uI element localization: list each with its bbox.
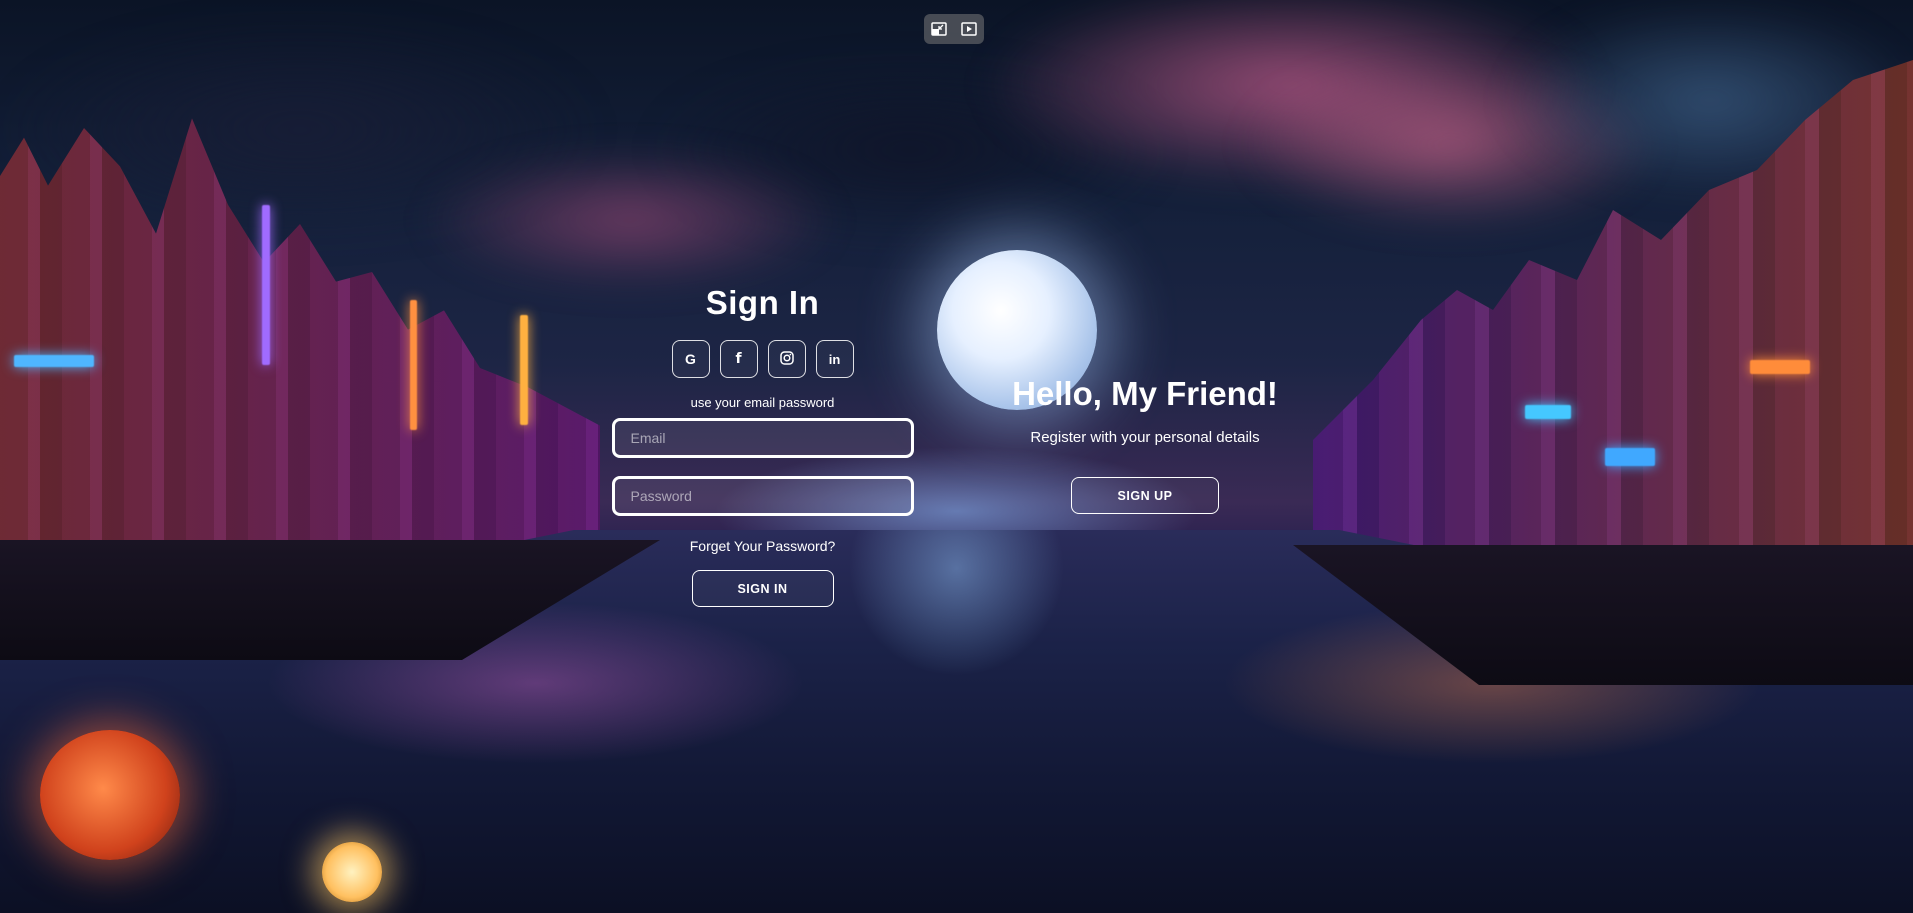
welcome-subtitle: Register with your personal details bbox=[1030, 429, 1260, 446]
neon-sign bbox=[1750, 360, 1810, 374]
instagram-login-button[interactable] bbox=[767, 340, 806, 378]
instagram-icon bbox=[779, 350, 794, 368]
linkedin-login-button[interactable]: in bbox=[815, 340, 854, 378]
facebook-login-button[interactable]: f bbox=[719, 340, 758, 378]
linkedin-icon: in bbox=[828, 351, 841, 367]
neon-sign bbox=[262, 205, 270, 365]
email-field[interactable] bbox=[611, 418, 914, 458]
facebook-icon: f bbox=[735, 351, 742, 367]
sign-in-button[interactable]: SIGN IN bbox=[691, 570, 834, 607]
sign-up-button[interactable]: SIGN UP bbox=[1071, 477, 1219, 514]
video-play-icon[interactable] bbox=[958, 18, 980, 40]
email-hint-text: use your email password bbox=[690, 395, 835, 410]
sign-in-panel: Sign In G f in use your email password E… bbox=[600, 280, 925, 630]
street-lamp bbox=[322, 842, 382, 902]
cloud bbox=[420, 150, 840, 290]
sign-in-title: Sign In bbox=[705, 284, 820, 321]
neon-sign bbox=[520, 315, 528, 425]
top-control-bar bbox=[924, 14, 984, 44]
neon-sign bbox=[1525, 405, 1571, 419]
background-scene: Sign In G f in use your email password E… bbox=[0, 0, 1913, 913]
welcome-title: Hello, My Friend! bbox=[1012, 375, 1278, 412]
social-login-row: G f in bbox=[671, 340, 854, 378]
welcome-panel: Hello, My Friend! Register with your per… bbox=[990, 375, 1300, 514]
neon-sign bbox=[1605, 448, 1655, 466]
neon-sign bbox=[410, 300, 417, 430]
neon-sign bbox=[14, 355, 94, 367]
minimize-window-icon[interactable] bbox=[928, 18, 950, 40]
forgot-password-link[interactable]: Forget Your Password? bbox=[690, 538, 836, 554]
password-field[interactable] bbox=[611, 476, 914, 516]
google-login-button[interactable]: G bbox=[671, 340, 710, 378]
lantern bbox=[40, 730, 180, 860]
google-icon: G bbox=[685, 351, 696, 367]
